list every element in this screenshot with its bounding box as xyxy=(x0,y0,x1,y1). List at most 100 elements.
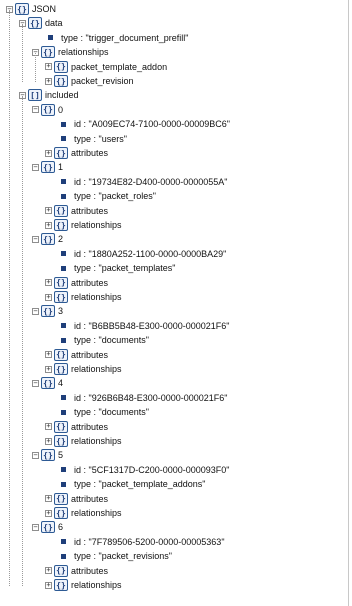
node-label: type : "documents" xyxy=(74,407,149,418)
node-label: id : "7F789506-5200-0000-00005363" xyxy=(74,536,225,547)
expand-toggle-icon[interactable]: + xyxy=(45,293,52,301)
tree-node-relationships[interactable]: +{} relationships xyxy=(45,434,122,448)
tree-connector xyxy=(22,24,23,82)
expand-toggle-icon[interactable]: + xyxy=(45,581,52,589)
tree-node-relationships[interactable]: +{} relationships xyxy=(45,506,122,520)
tree-node-included-item[interactable]: −{} 2 xyxy=(32,232,63,246)
expand-toggle-icon[interactable]: + xyxy=(45,207,52,215)
tree-node-attributes[interactable]: +{} attributes xyxy=(45,492,108,506)
tree-node-attributes[interactable]: +{} attributes xyxy=(45,564,108,578)
tree-node-relationships[interactable]: +{} relationships xyxy=(45,362,122,376)
tree-node-included-item[interactable]: −{} 4 xyxy=(32,376,63,390)
expand-toggle-icon[interactable]: + xyxy=(45,437,52,445)
expand-toggle-icon[interactable]: + xyxy=(45,423,52,431)
leaf-bullet-icon xyxy=(61,265,66,271)
collapse-toggle-icon[interactable]: − xyxy=(32,235,39,243)
tree-leaf-type: type : "packet_template_addons" xyxy=(58,477,205,491)
node-label: data xyxy=(45,18,63,29)
tree-node-json[interactable]: −{} JSON xyxy=(6,2,56,16)
object-icon: {} xyxy=(54,579,68,591)
object-icon: {} xyxy=(54,276,68,289)
object-icon: {} xyxy=(41,161,55,174)
node-label: relationships xyxy=(71,436,122,446)
object-icon: {} xyxy=(54,507,68,519)
leaf-bullet-icon xyxy=(48,35,53,41)
leaf-bullet-icon xyxy=(61,395,66,401)
tree-leaf-type: type : "documents" xyxy=(58,405,149,419)
expand-toggle-icon[interactable]: + xyxy=(45,495,52,503)
object-icon: {} xyxy=(41,449,55,462)
tree-leaf-id: id : "5CF1317D-C200-0000-000093F0" xyxy=(58,463,229,477)
tree-leaf-id: id : "1880A252-1100-0000-0000BA29" xyxy=(58,247,226,261)
collapse-toggle-icon[interactable]: − xyxy=(32,379,39,387)
array-icon: [] xyxy=(28,89,42,102)
tree-node-included-item[interactable]: −{} 3 xyxy=(32,304,63,318)
collapse-toggle-icon[interactable]: − xyxy=(32,163,39,171)
expand-toggle-icon[interactable]: + xyxy=(45,351,52,359)
tree-node-included[interactable]: −[] included xyxy=(19,88,79,102)
node-label: relationships xyxy=(71,580,122,590)
object-icon: {} xyxy=(54,75,68,87)
tree-node-attributes[interactable]: +{} attributes xyxy=(45,348,108,362)
tree-node-data[interactable]: −{} data xyxy=(19,16,63,30)
node-label: attributes xyxy=(71,421,109,432)
node-label: attributes xyxy=(71,148,109,158)
tree-node-relationships[interactable]: +{} relationships xyxy=(45,218,122,232)
node-label: id : "A009EC74-7100-0000-00009BC6" xyxy=(74,119,230,130)
expand-toggle-icon[interactable]: + xyxy=(45,509,52,517)
object-icon: {} xyxy=(54,492,68,505)
node-label: 3 xyxy=(58,306,64,317)
collapse-toggle-icon[interactable]: − xyxy=(32,451,39,459)
tree-node-attributes[interactable]: +{} attributes xyxy=(45,204,108,218)
tree-node-attributes[interactable]: +{} attributes xyxy=(45,420,108,434)
expand-toggle-icon[interactable]: + xyxy=(45,567,52,575)
tree-node-attributes[interactable]: +{} attributes xyxy=(45,276,108,290)
tree-node-included-item[interactable]: −{} 5 xyxy=(32,448,63,462)
scrollbar-track[interactable] xyxy=(348,0,349,606)
expand-toggle-icon[interactable]: + xyxy=(45,77,52,85)
tree-connector xyxy=(35,53,36,82)
expand-toggle-icon[interactable]: + xyxy=(45,221,52,229)
tree-leaf-type: type : "packet_templates" xyxy=(58,261,175,275)
tree-connector xyxy=(22,96,23,586)
collapse-toggle-icon[interactable]: − xyxy=(32,307,39,315)
object-icon: {} xyxy=(54,435,68,447)
tree-leaf-id: id : "7F789506-5200-0000-00005363" xyxy=(58,535,225,549)
expand-toggle-icon[interactable]: + xyxy=(45,63,52,71)
node-label: relationships xyxy=(58,47,109,58)
expand-toggle-icon[interactable]: + xyxy=(45,149,52,157)
node-label: type : "users" xyxy=(74,133,127,144)
object-icon: {} xyxy=(54,147,68,159)
object-icon: {} xyxy=(41,103,55,116)
tree-node-included-item[interactable]: −{} 0 xyxy=(32,103,63,117)
node-label: id : "926B6B48-E300-0000-000021F6" xyxy=(74,392,228,403)
expand-toggle-icon[interactable]: + xyxy=(45,279,52,287)
tree-node-included-item[interactable]: −{} 1 xyxy=(32,160,63,174)
leaf-bullet-icon xyxy=(61,121,66,127)
leaf-bullet-icon xyxy=(61,179,66,185)
leaf-bullet-icon xyxy=(61,136,66,142)
collapse-toggle-icon[interactable]: − xyxy=(32,523,39,531)
object-icon: {} xyxy=(15,3,29,15)
tree-node-relationships[interactable]: −{} relationships xyxy=(32,45,109,59)
tree-node-relationships[interactable]: +{} relationships xyxy=(45,290,122,304)
leaf-bullet-icon xyxy=(61,467,66,473)
tree-node-packet-revision[interactable]: +{} packet_revision xyxy=(45,74,134,88)
object-icon: {} xyxy=(41,377,55,390)
tree-node-included-item[interactable]: −{} 6 xyxy=(32,520,63,534)
object-icon: {} xyxy=(54,60,68,73)
leaf-bullet-icon xyxy=(61,193,66,199)
node-label: attributes xyxy=(71,205,109,216)
leaf-bullet-icon xyxy=(61,337,66,343)
node-label: 2 xyxy=(58,234,64,245)
collapse-toggle-icon[interactable]: − xyxy=(32,106,39,114)
tree-connector xyxy=(9,10,10,586)
expand-toggle-icon[interactable]: + xyxy=(45,365,52,373)
tree-node-relationships[interactable]: +{} relationships xyxy=(45,578,122,592)
node-label: type : "packet_templates" xyxy=(74,263,176,274)
node-label: packet_template_addon xyxy=(71,61,168,72)
node-label: type : "packet_revisions" xyxy=(74,551,172,562)
tree-node-attributes[interactable]: +{} attributes xyxy=(45,146,108,160)
node-label: type : "trigger_document_prefill" xyxy=(61,32,189,43)
tree-node-packet-template-addon[interactable]: +{} packet_template_addon xyxy=(45,60,167,74)
